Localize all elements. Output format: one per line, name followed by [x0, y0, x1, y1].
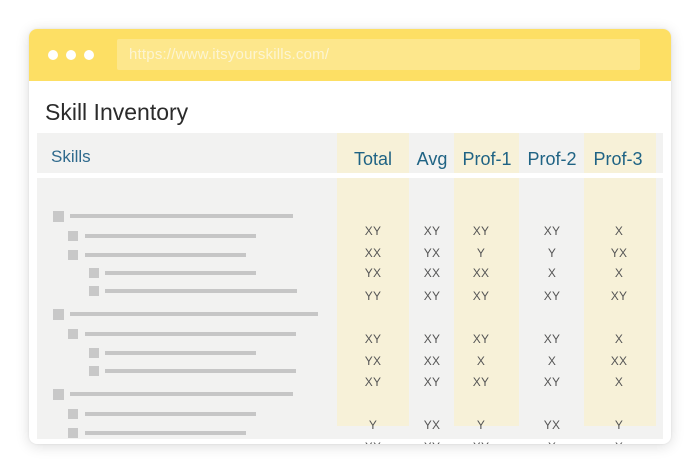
table-cell: X [614, 224, 624, 238]
browser-window: https://www.itsyourskills.com/ Skill Inv… [29, 29, 671, 444]
tree-node-icon[interactable] [53, 309, 64, 320]
page-title: Skill Inventory [45, 99, 189, 125]
table-cell: Y [476, 418, 486, 432]
table-cell: YY [364, 289, 382, 303]
table-cell: Y [547, 246, 557, 260]
tree-node-icon[interactable] [53, 211, 64, 222]
table-cell: YX [364, 266, 382, 280]
table-cell: XY [472, 332, 490, 346]
skill-placeholder-bar [105, 351, 256, 355]
table-cell: X [522, 440, 582, 444]
browser-titlebar: https://www.itsyourskills.com/ [29, 29, 671, 81]
skill-placeholder-bar [70, 392, 293, 396]
table-cell: XX [610, 354, 628, 368]
table-cell: XY [543, 224, 561, 238]
skill-placeholder-bar [70, 312, 318, 316]
tree-node-icon[interactable] [68, 250, 78, 260]
table-cell: XY [364, 224, 382, 238]
tree-node-icon[interactable] [89, 366, 99, 376]
table-cell: XY [472, 289, 490, 303]
table-cell: YX [543, 418, 561, 432]
tree-node-icon[interactable] [68, 231, 78, 241]
skill-placeholder-bar [85, 253, 246, 257]
table-cell: XX [364, 246, 382, 260]
table-cell: XY [364, 332, 382, 346]
table-cell: XY [543, 332, 561, 346]
skill-table: Skills Total Avg Prof-1 Prof-2 Prof-3 XY… [37, 133, 663, 444]
table-cell: X [589, 440, 649, 444]
column-header-prof-3[interactable]: Prof-3 [578, 149, 658, 170]
skill-placeholder-bar [85, 412, 256, 416]
skill-placeholder-bar [85, 234, 256, 238]
skills-column-header[interactable]: Skills [51, 147, 91, 167]
window-dot-icon[interactable] [48, 50, 58, 60]
table-cell: XY [472, 375, 490, 389]
tree-node-icon[interactable] [53, 389, 64, 400]
table-cell: YX [610, 246, 628, 260]
table-cell: Y [476, 246, 486, 260]
skill-placeholder-bar [105, 369, 296, 373]
tree-node-icon[interactable] [68, 329, 78, 339]
table-cell: XY [543, 375, 561, 389]
address-bar[interactable]: https://www.itsyourskills.com/ [117, 39, 640, 70]
tree-node-icon[interactable] [68, 428, 78, 438]
table-cell: XY [543, 289, 561, 303]
table-cell: XY [472, 224, 490, 238]
table-cell: Y [368, 418, 378, 432]
window-dot-icon[interactable] [66, 50, 76, 60]
table-cell: X [547, 354, 557, 368]
skill-placeholder-bar [85, 332, 296, 336]
tree-node-icon[interactable] [68, 409, 78, 419]
header-divider [37, 173, 663, 178]
tree-node-icon[interactable] [89, 268, 99, 278]
table-cell: Y [614, 418, 624, 432]
skill-placeholder-bar [70, 214, 293, 218]
table-cell: YX [364, 354, 382, 368]
table-cell: X [547, 266, 557, 280]
table-cell: X [614, 375, 624, 389]
table-cell: XX [343, 440, 403, 444]
table-cell: XY [451, 440, 511, 444]
skill-placeholder-bar [105, 271, 256, 275]
table-cell: X [476, 354, 486, 368]
table-cell: X [614, 332, 624, 346]
window-dot-icon[interactable] [84, 50, 94, 60]
tree-node-icon[interactable] [89, 286, 99, 296]
table-cell: XY [610, 289, 628, 303]
skill-placeholder-bar [85, 431, 246, 435]
table-cell: X [614, 266, 624, 280]
tree-node-icon[interactable] [89, 348, 99, 358]
address-bar-url: https://www.itsyourskills.com/ [129, 46, 330, 63]
table-cell: XY [364, 375, 382, 389]
table-cell: XX [472, 266, 490, 280]
skill-placeholder-bar [105, 289, 297, 293]
